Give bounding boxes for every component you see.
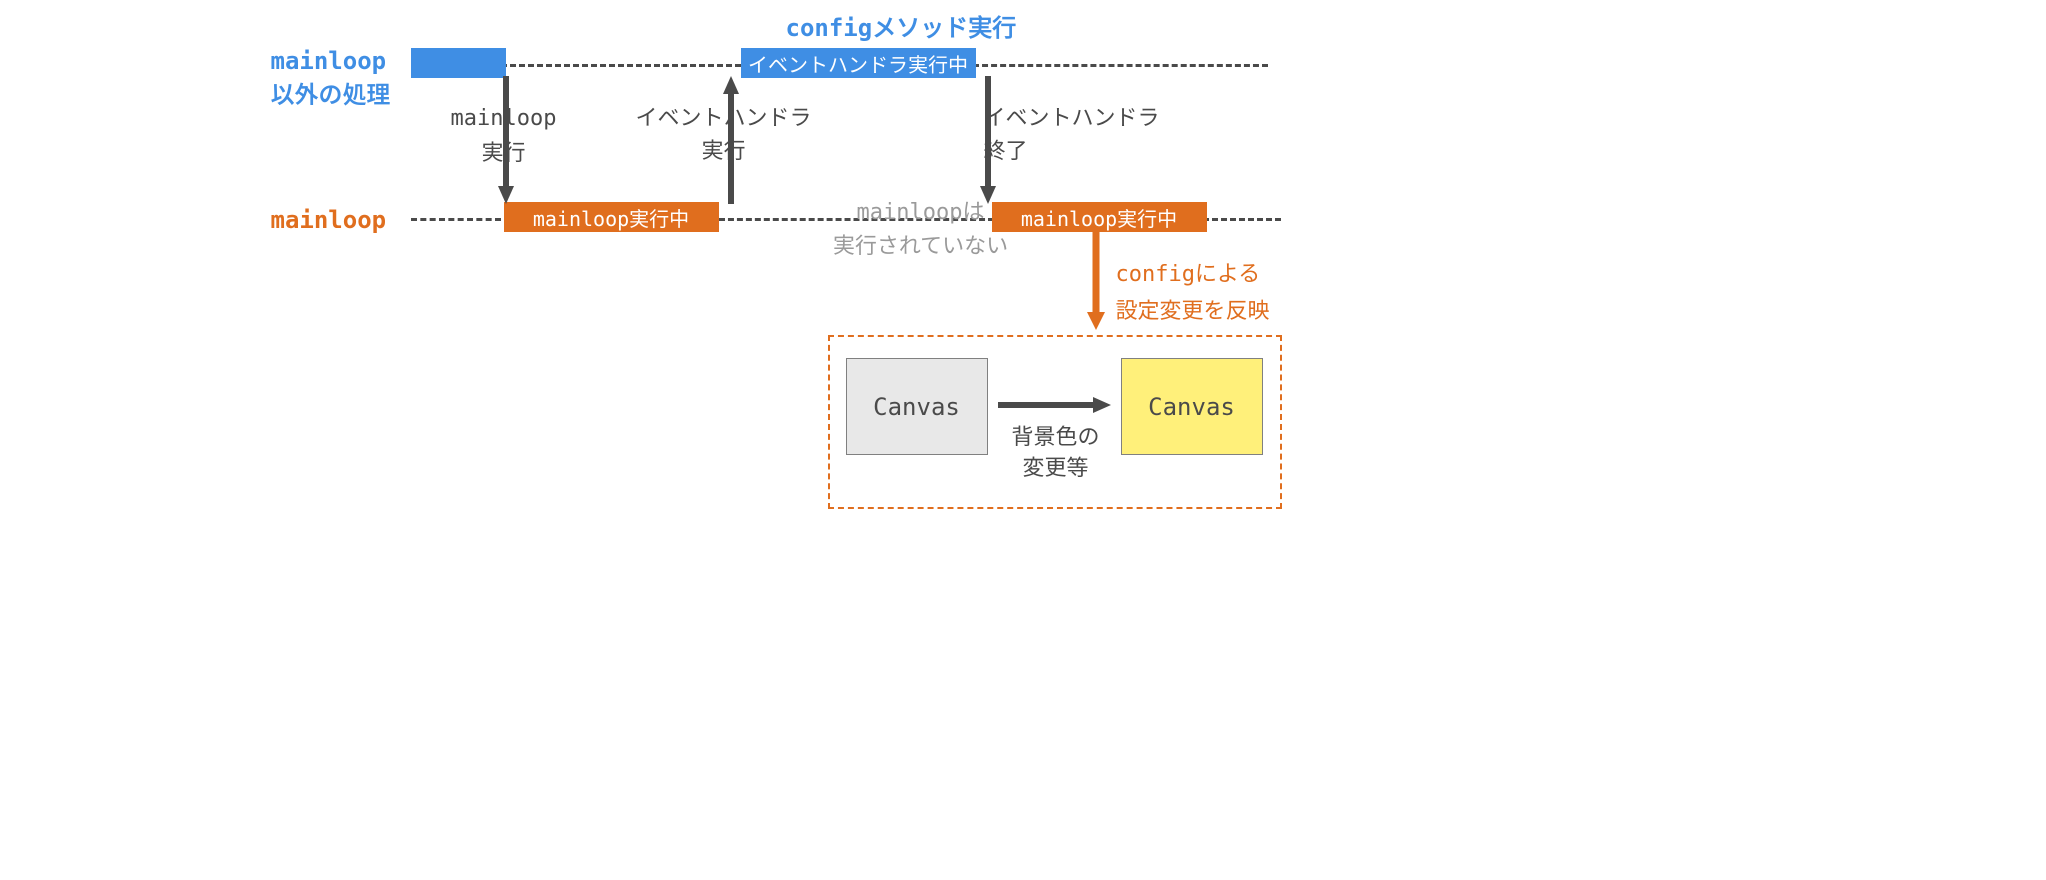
bar-orange-run1: mainloop実行中 bbox=[504, 202, 719, 232]
bar-blue-start bbox=[411, 48, 506, 78]
dash-top-1 bbox=[501, 64, 741, 67]
lane-label-outside: mainloop 以外の処理 bbox=[271, 43, 391, 108]
arrow-canvas-change bbox=[998, 395, 1113, 415]
note-config-reflect-l2: 設定変更を反映 bbox=[1116, 293, 1270, 325]
note-config-reflect: configによる 設定変更を反映 bbox=[1116, 255, 1270, 327]
note-mainloop-not-running-l1: mainloopは bbox=[857, 200, 985, 225]
label-bg-change-l1: 背景色の bbox=[1011, 419, 1099, 451]
arrow-label-handler-exec-l2: 実行 bbox=[701, 133, 745, 165]
label-bg-change-l2: 変更等 bbox=[1022, 450, 1088, 482]
bar-orange-run2-label: mainloop実行中 bbox=[1021, 203, 1177, 232]
lane-label-mainloop: mainloop bbox=[271, 205, 387, 236]
dash-bot-1 bbox=[411, 218, 501, 221]
canvas-before: Canvas bbox=[846, 358, 988, 455]
arrow-config-reflect bbox=[1086, 232, 1106, 332]
arrow-label-handler-exec: イベントハンドラ 実行 bbox=[574, 100, 874, 166]
arrow-label-handler-end-l2: 終了 bbox=[984, 133, 1028, 165]
dash-top-2 bbox=[973, 64, 1268, 67]
note-config-reflect-l1: configによる bbox=[1116, 262, 1261, 287]
arrow-label-handler-end-l1: イベントハンドラ bbox=[984, 100, 1160, 132]
note-mainloop-not-running-l2: 実行されていない bbox=[833, 228, 1008, 260]
bar-blue-handler: イベントハンドラ実行中 bbox=[741, 48, 976, 78]
canvas-after: Canvas bbox=[1121, 358, 1263, 455]
arrow-label-mainloop-exec-l1: mainloop bbox=[451, 106, 557, 131]
diagram-root: configメソッド実行 mainloop 以外の処理 mainloop イベン… bbox=[256, 0, 1791, 660]
bar-orange-run1-label: mainloop実行中 bbox=[533, 203, 689, 232]
config-method-title: configメソッド実行 bbox=[786, 8, 1017, 43]
lane-label-outside-line2: 以外の処理 bbox=[271, 75, 391, 110]
arrow-label-handler-end: イベントハンドラ 終了 bbox=[984, 100, 1284, 166]
arrow-label-handler-exec-l1: イベントハンドラ bbox=[635, 100, 811, 132]
bar-blue-handler-label: イベントハンドラ実行中 bbox=[748, 49, 968, 78]
label-bg-change: 背景色の 変更等 bbox=[1001, 420, 1111, 482]
lane-label-outside-line1: mainloop bbox=[271, 47, 387, 75]
note-mainloop-not-running: mainloopは 実行されていない bbox=[801, 195, 1041, 260]
arrow-label-mainloop-exec-l2: 実行 bbox=[481, 135, 525, 167]
